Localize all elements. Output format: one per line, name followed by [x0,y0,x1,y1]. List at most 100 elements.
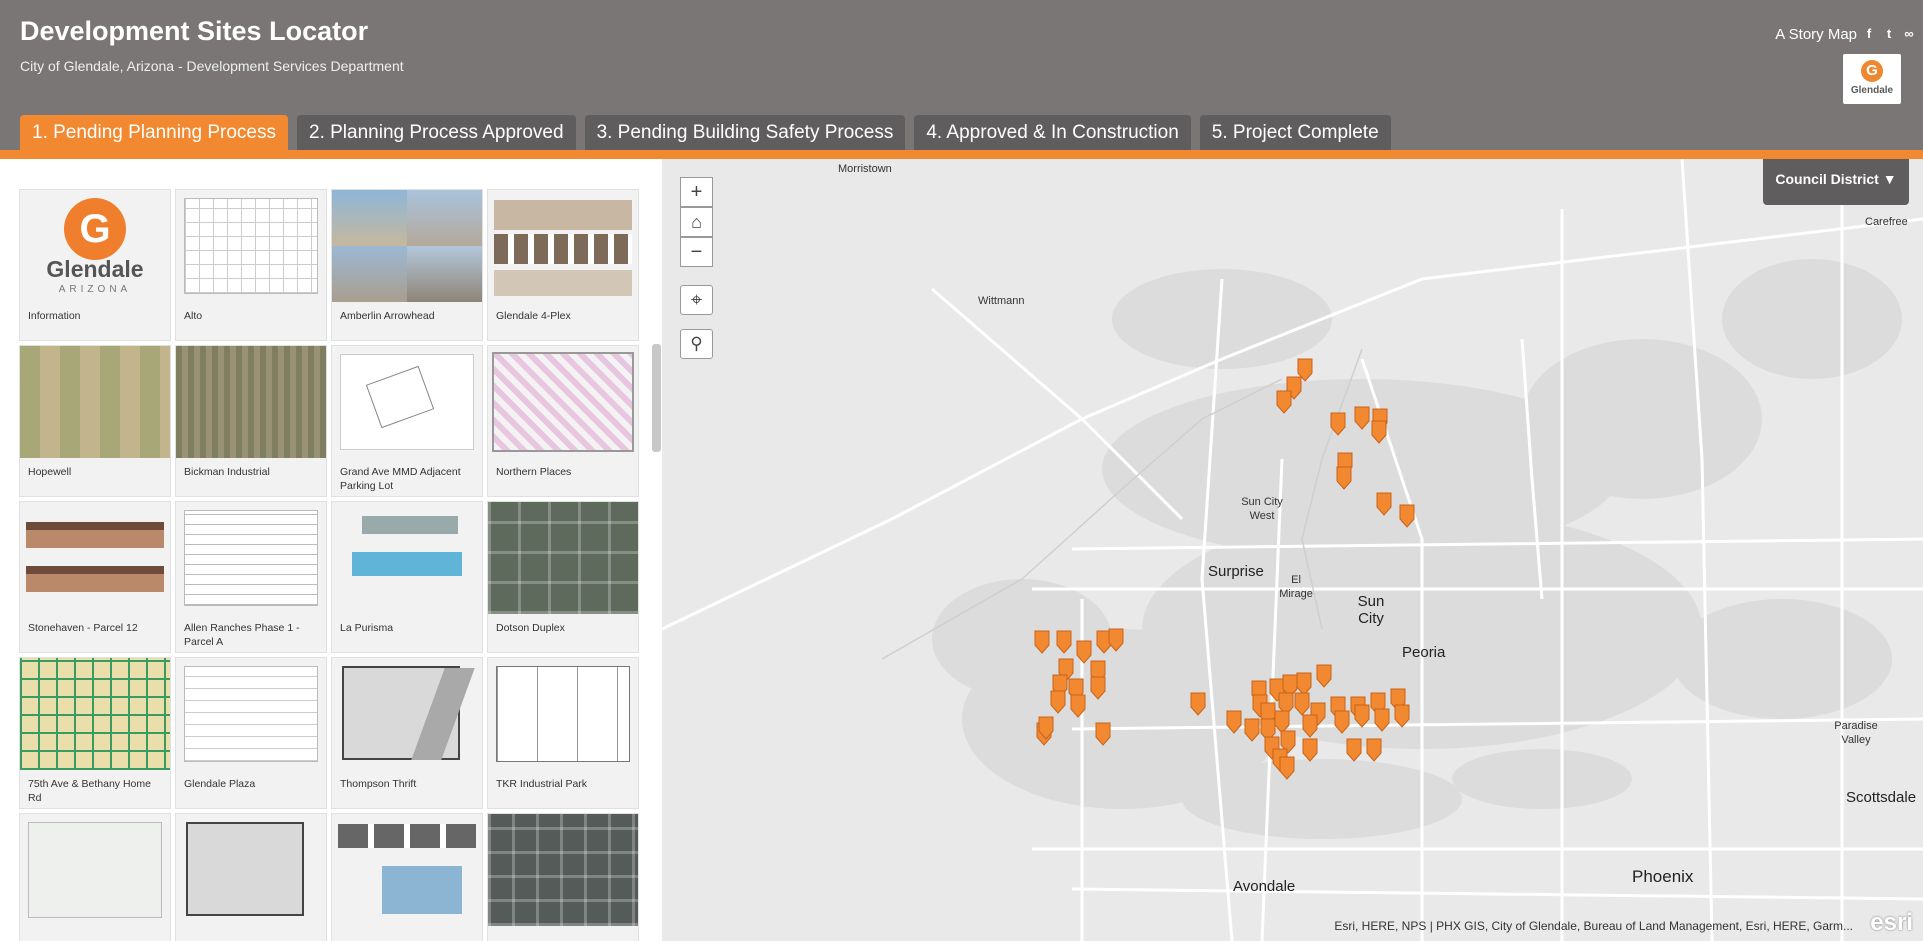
project-card[interactable]: Thompson Thrift [331,657,483,809]
tab-planning-approved[interactable]: 2. Planning Process Approved [297,115,576,150]
project-sidebar: G Glendale ARIZONA Information Alto Amberlin … [0,159,662,941]
council-district-dropdown[interactable]: Council District ▼ [1763,159,1909,205]
project-card[interactable] [487,813,639,941]
place-phoenix: Phoenix [1632,867,1694,886]
thumbnail-shape [184,510,318,606]
project-card-label: Stonehaven - Parcel 12 [28,622,138,634]
place-carefree: Carefree [1865,216,1908,228]
story-map-link[interactable]: A Story Map [1775,26,1857,43]
project-thumbnail [332,658,482,770]
thumbnail-shape [488,814,638,926]
project-thumbnail [488,502,638,614]
facebook-icon[interactable]: f [1861,26,1877,42]
tab-pending-building[interactable]: 3. Pending Building Safety Process [584,115,906,150]
logo-g-icon: G [1861,60,1883,82]
search-icon[interactable]: ⚲ [680,329,713,359]
project-thumbnail [20,346,170,458]
project-thumbnail [488,190,638,302]
project-card[interactable]: 75th Ave & Bethany Home Rd [19,657,171,809]
place-sun-city: Sun City [1357,593,1385,627]
tab-in-construction[interactable]: 4. Approved & In Construction [914,115,1191,150]
project-card[interactable]: Alto [175,189,327,341]
project-thumbnail: G Glendale ARIZONA [20,190,170,302]
project-card[interactable]: Glendale Plaza [175,657,327,809]
project-thumbnail [488,814,638,926]
project-card-label: Bickman Industrial [184,466,270,478]
thumbnail-shape [494,270,632,296]
place-morristown: Morristown [838,163,892,175]
app-subtitle: City of Glendale, Arizona - Development … [20,58,404,74]
urban-area [932,579,1112,699]
project-thumbnail [20,502,170,614]
project-thumbnail [332,346,482,458]
project-card-label: Northern Places [496,466,572,478]
twitter-icon[interactable]: t [1881,26,1897,42]
project-thumbnail [20,814,170,926]
project-card[interactable] [19,813,171,941]
project-card[interactable] [331,813,483,941]
thumbnail-shape [494,200,632,230]
glendale-logo-icon: G [64,198,126,260]
urban-area [1722,259,1902,379]
info-logo-sub: ARIZONA [58,284,132,295]
link-icon[interactable]: ∞ [1901,26,1917,42]
zoom-out-button[interactable]: − [680,237,713,267]
tab-pending-planning[interactable]: 1. Pending Planning Process [20,115,288,150]
project-card[interactable]: Amberlin Arrowhead [331,189,483,341]
thumbnail-shape [28,822,162,918]
project-card[interactable]: Glendale 4-Plex [487,189,639,341]
info-logo-name: Glendale [46,256,144,282]
project-card[interactable]: Hopewell [19,345,171,497]
thumbnail-shape [488,502,638,614]
project-card-label: Dotson Duplex [496,622,565,634]
project-card-label: Grand Ave MMD Adjacent Parking Lot [340,466,461,492]
project-card-label: Allen Ranches Phase 1 - Parcel A [184,622,300,648]
project-card[interactable] [175,813,327,941]
project-card-label: 75th Ave & Bethany Home Rd [28,778,151,804]
thumbnail-shape [338,824,476,848]
zoom-in-button[interactable]: + [680,177,713,207]
project-thumbnail [332,814,482,926]
glendale-logo: G Glendale [1843,54,1901,104]
thumbnail-shape [496,666,630,762]
thumbnail-shape [494,234,632,264]
project-thumbnail [176,814,326,926]
thumbnail-shape [332,190,407,246]
locate-icon[interactable]: ⌖ [680,285,713,315]
place-surprise: Surprise [1208,563,1264,580]
project-card[interactable]: Allen Ranches Phase 1 - Parcel A [175,501,327,653]
project-card[interactable]: Stonehaven - Parcel 12 [19,501,171,653]
project-card-label: La Purisma [340,622,394,634]
accent-bar [0,150,1923,159]
app-title: Development Sites Locator [20,16,369,46]
home-icon[interactable]: ⌂ [680,207,713,237]
thumbnail-shape [407,246,482,302]
thumbnail-shape [184,198,318,294]
tab-project-complete[interactable]: 5. Project Complete [1199,115,1391,150]
project-card[interactable]: TKR Industrial Park [487,657,639,809]
project-card[interactable]: Grand Ave MMD Adjacent Parking Lot [331,345,483,497]
thumbnail-shape [332,246,407,302]
project-card[interactable]: Northern Places [487,345,639,497]
urban-area [1522,339,1762,499]
project-card[interactable]: Dotson Duplex [487,501,639,653]
project-card-label: Information [28,310,81,322]
thumbnail-shape [492,352,634,452]
map[interactable]: + ⌂ − ⌖ ⚲ Council District ▼ Morristown … [662,159,1923,941]
project-card[interactable]: Bickman Industrial [175,345,327,497]
thumbnail-shape [184,666,318,762]
thumbnail-shape [407,190,482,246]
project-thumbnail [176,658,326,770]
thumbnail-shape [176,346,326,458]
project-thumbnail [488,658,638,770]
map-canvas[interactable] [662,159,1923,941]
project-thumbnail [332,502,482,614]
sidebar-scrollbar[interactable] [652,344,661,452]
tab-bar: 1. Pending Planning Process 2. Planning … [20,115,1391,150]
project-card[interactable]: La Purisma [331,501,483,653]
thumbnail-shape [352,552,462,576]
project-thumbnail [176,502,326,614]
thumbnail-shape [362,516,458,534]
project-card[interactable]: G Glendale ARIZONA Information [19,189,171,341]
project-thumbnail [20,658,170,770]
